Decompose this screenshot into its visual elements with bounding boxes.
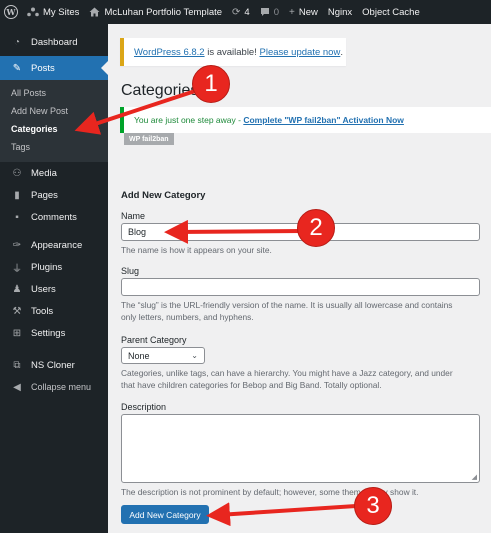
site-name-label: McLuhan Portfolio Template <box>104 6 223 18</box>
annotation-badge-3: 3 <box>354 487 392 525</box>
comments-count: 0 <box>273 6 280 18</box>
plus-icon: + <box>289 6 295 18</box>
slug-input[interactable] <box>121 278 480 296</box>
parent-help-line: Categories, unlike tags, can have a hier… <box>121 368 453 378</box>
fail2ban-notice: You are just one step away - Complete "W… <box>120 107 491 133</box>
update-notice-text: is available! <box>204 46 260 58</box>
fail2ban-notice-text: You are just one step away - <box>134 115 244 125</box>
settings-icon: ⊞ <box>12 327 22 339</box>
please-update-link[interactable]: Please update now <box>260 47 341 58</box>
sidebar-item-settings[interactable]: ⊞ Settings <box>0 322 108 344</box>
page-title: Categories <box>121 82 199 99</box>
sidebar-item-label: Dashboard <box>31 36 78 48</box>
home-icon <box>89 7 100 17</box>
update-notice-period: . <box>340 46 343 58</box>
sidebar-item-label: Collapse menu <box>31 382 92 392</box>
sidebar-item-label: Posts <box>31 62 55 74</box>
parent-category-select[interactable]: None ⌄ <box>121 347 205 364</box>
slug-label: Slug <box>121 266 140 276</box>
object-cache-menu[interactable]: Object Cache <box>357 0 425 24</box>
sidebar-item-tools[interactable]: ⚒ Tools <box>0 300 108 322</box>
main-content: WordPress 6.8.2 is available! Please upd… <box>108 24 491 533</box>
slug-help-line: only letters, numbers, and hyphens. <box>121 312 254 322</box>
sidebar-item-appearance[interactable]: ✑ Appearance <box>0 234 108 256</box>
sidebar-item-media[interactable]: ⚇ Media <box>0 162 108 184</box>
sidebar-item-label: Comments <box>31 211 77 223</box>
sidebar-item-label: NS Cloner <box>31 359 75 371</box>
sidebar-item-label: Plugins <box>31 261 63 273</box>
updates-button[interactable]: ⟳ 4 <box>227 0 255 24</box>
comment-icon <box>260 8 269 16</box>
new-content-button[interactable]: + New <box>284 0 323 24</box>
plugin-icon: ⏚ <box>12 263 22 275</box>
brush-icon: ✑ <box>12 239 22 251</box>
submenu-add-new-post[interactable]: Add New Post <box>0 102 108 120</box>
update-notice: WordPress 6.8.2 is available! Please upd… <box>120 38 346 66</box>
sidebar-item-label: Users <box>31 283 56 295</box>
annotation-badge-2: 2 <box>297 209 335 247</box>
sidebar-item-label: Settings <box>31 327 66 339</box>
description-help: The description is not prominent by defa… <box>121 487 419 497</box>
wordpress-version-link[interactable]: WordPress 6.8.2 <box>134 47 205 58</box>
submenu-all-posts[interactable]: All Posts <box>0 84 108 102</box>
sidebar-item-dashboard[interactable]: ◔ Dashboard <box>0 30 108 54</box>
sidebar-item-label: Tools <box>31 305 54 317</box>
add-new-category-button[interactable]: Add New Category <box>121 505 209 524</box>
network-icon <box>27 7 39 17</box>
description-textarea[interactable]: ◢ <box>121 414 480 483</box>
sidebar-item-pages[interactable]: ▮ Pages <box>0 184 108 206</box>
wordpress-logo-icon: W <box>4 5 18 19</box>
sidebar-item-plugins[interactable]: ⏚ Plugins <box>0 256 108 278</box>
submenu-tags[interactable]: Tags <box>0 138 108 156</box>
users-icon: ♟ <box>12 283 22 295</box>
posts-submenu: All Posts Add New Post Categories Tags <box>0 80 108 162</box>
sidebar-item-ns-cloner[interactable]: ⧉ NS Cloner <box>0 354 108 376</box>
sidebar-item-comments[interactable]: ▪ Comments <box>0 206 108 228</box>
sidebar-item-users[interactable]: ♟ Users <box>0 278 108 300</box>
wrench-icon: ⚒ <box>12 305 22 317</box>
slug-help-line: The “slug” is the URL-friendly version o… <box>121 300 453 310</box>
updates-count: 4 <box>244 6 250 18</box>
cloner-icon: ⧉ <box>13 359 21 371</box>
dashboard-icon: ◔ <box>13 36 21 48</box>
media-icon: ⚇ <box>12 167 22 179</box>
annotation-badge-1: 1 <box>192 65 230 103</box>
pin-icon: ✎ <box>12 62 22 74</box>
collapse-icon: ◀ <box>13 381 21 393</box>
parent-category-value: None <box>128 350 150 361</box>
comment-icon: ▪ <box>15 211 19 223</box>
wordpress-logo-button[interactable]: W <box>0 0 22 24</box>
chevron-down-icon: ⌄ <box>191 351 198 360</box>
parent-category-label: Parent Category <box>121 335 187 345</box>
submenu-categories[interactable]: Categories <box>0 120 108 138</box>
nginx-label: Nginx <box>327 6 353 18</box>
nginx-menu[interactable]: Nginx <box>323 0 357 24</box>
comments-button[interactable]: 0 <box>255 0 284 24</box>
pages-icon: ▮ <box>14 189 20 201</box>
sidebar-item-label: Appearance <box>31 239 83 251</box>
my-sites-label: My Sites <box>43 6 80 18</box>
refresh-icon: ⟳ <box>232 6 241 18</box>
sidebar-item-label: Media <box>31 167 57 179</box>
description-label: Description <box>121 402 167 412</box>
slug-help: The “slug” is the URL-friendly version o… <box>121 299 481 323</box>
parent-help: Categories, unlike tags, can have a hier… <box>121 367 481 391</box>
sidebar-item-label: Pages <box>31 189 58 201</box>
fail2ban-activation-link[interactable]: Complete "WP fail2ban" Activation Now <box>243 115 404 125</box>
admin-bar: W My Sites McLuhan Portfolio Template ⟳ … <box>0 0 491 24</box>
add-category-heading: Add New Category <box>121 190 206 201</box>
admin-sidebar: ◔ Dashboard ✎ Posts All Posts Add New Po… <box>0 24 108 533</box>
sidebar-collapse-menu[interactable]: ◀ Collapse menu <box>0 376 108 398</box>
fail2ban-tag: WP fail2ban <box>124 133 174 145</box>
my-sites-menu[interactable]: My Sites <box>22 0 84 24</box>
parent-help-line: that have children categories for Bebop … <box>121 380 382 390</box>
object-cache-label: Object Cache <box>362 6 420 18</box>
name-help: The name is how it appears on your site. <box>121 245 272 255</box>
name-label: Name <box>121 211 146 221</box>
resize-handle-icon[interactable]: ◢ <box>472 473 477 481</box>
site-name-menu[interactable]: McLuhan Portfolio Template <box>84 0 227 24</box>
new-label: New <box>298 6 318 18</box>
sidebar-item-posts[interactable]: ✎ Posts <box>0 56 108 80</box>
